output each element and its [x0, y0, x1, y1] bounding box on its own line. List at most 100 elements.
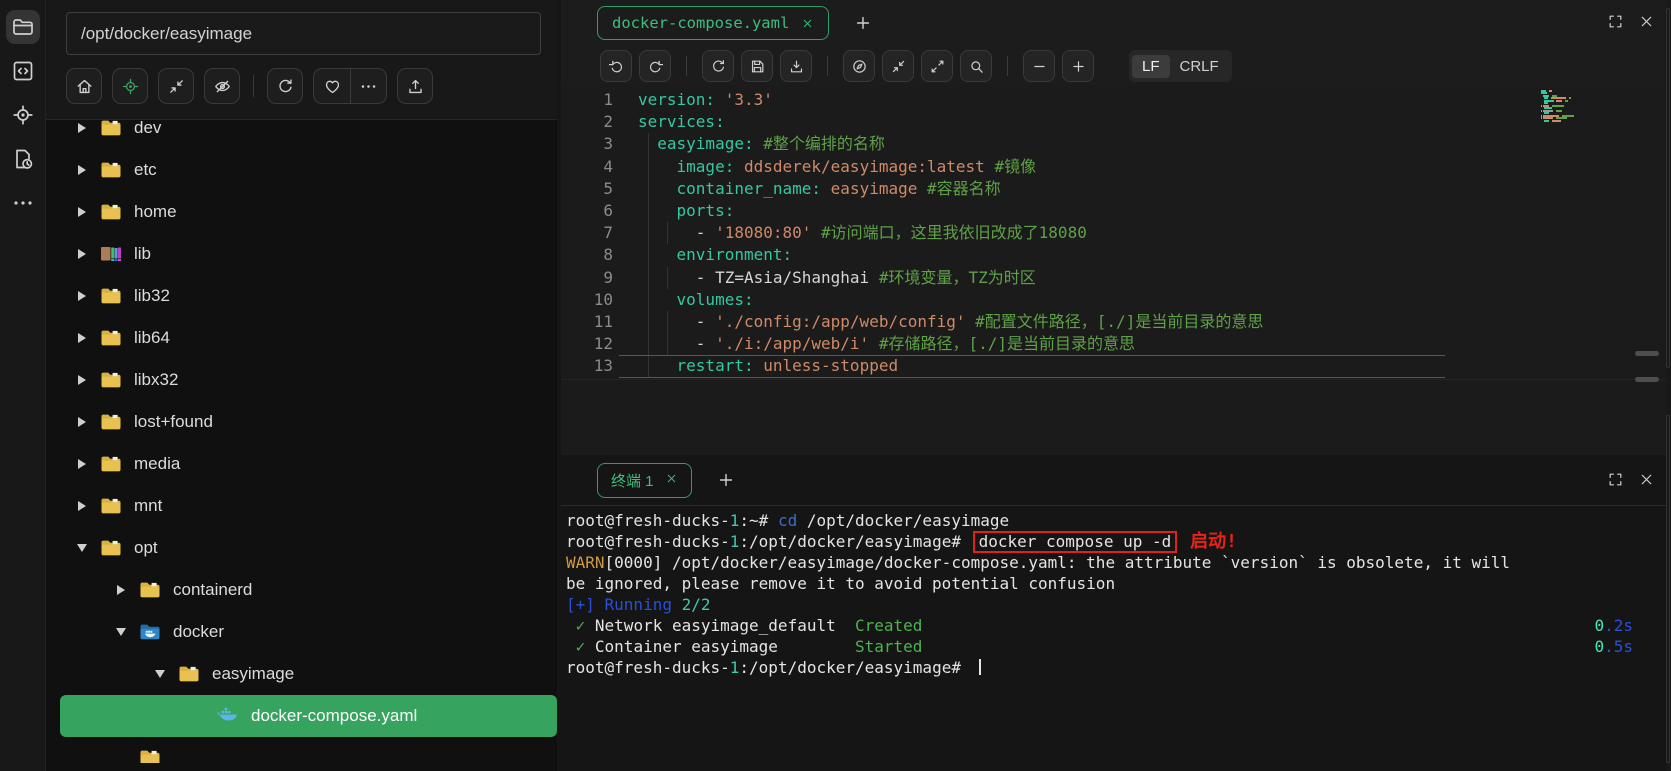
tab-terminal-1[interactable]: 终端 1 [597, 463, 692, 498]
folder-icon [99, 326, 123, 350]
tree-item-dev[interactable]: dev [46, 120, 557, 149]
chevron-right-icon[interactable] [72, 375, 92, 385]
new-terminal-button[interactable] [716, 470, 736, 490]
tree-item-label: docker [173, 622, 224, 642]
upload-button[interactable] [397, 68, 433, 104]
editor-window-controls [1607, 13, 1655, 30]
toggle-hidden-button[interactable] [204, 68, 240, 104]
tree-item-opt[interactable]: opt [46, 527, 557, 569]
tree-item-lib32[interactable]: lib32 [46, 275, 557, 317]
chevron-down-icon[interactable] [150, 670, 170, 678]
tree-item-etc[interactable]: etc [46, 149, 557, 191]
tree-item-label: lib32 [134, 286, 170, 306]
tree-item-containerd[interactable]: containerd [46, 569, 557, 611]
rail-item-more[interactable] [6, 186, 40, 220]
page-scrollbar[interactable] [1666, 0, 1671, 771]
terminal-output[interactable]: root@fresh-ducks-1:~# cd /opt/docker/eas… [561, 506, 1671, 678]
terminal-line: WARN[0000] /opt/docker/easyimage/docker-… [566, 552, 1671, 573]
folder-icon [99, 284, 123, 308]
close-tab-icon[interactable] [801, 17, 814, 30]
tree-item-docker[interactable]: docker [46, 611, 557, 653]
save-button[interactable] [741, 50, 773, 82]
locate-button[interactable] [112, 68, 148, 104]
editor-scrollbar-thumb[interactable] [1635, 351, 1659, 356]
chevron-right-icon[interactable] [72, 333, 92, 343]
tree-item-home[interactable]: home [46, 191, 557, 233]
tree-item-lib64[interactable]: lib64 [46, 317, 557, 359]
tree-item-easyimage[interactable]: easyimage [46, 653, 557, 695]
search-button[interactable] [960, 50, 992, 82]
refresh-button[interactable] [267, 68, 303, 104]
tree-item-libx32[interactable]: libx32 [46, 359, 557, 401]
close-editor-icon[interactable] [1638, 13, 1655, 30]
tree-item-label: lib [134, 244, 151, 264]
unfold-all-button[interactable] [921, 50, 953, 82]
rail-item-files[interactable] [6, 10, 40, 44]
collapse-tree-button[interactable] [158, 68, 194, 104]
chevron-down-icon[interactable] [72, 544, 92, 552]
download-button[interactable] [780, 50, 812, 82]
folder-icon [99, 368, 123, 392]
chevron-right-icon[interactable] [72, 165, 92, 175]
reload-file-button[interactable] [702, 50, 734, 82]
rail-item-locate[interactable] [6, 98, 40, 132]
file-explorer-panel: devetchomeliblib32lib64libx32lost+foundm… [46, 0, 557, 771]
editor-tab-bar: docker-compose.yaml [561, 0, 1671, 46]
shrink-icon [167, 77, 186, 96]
redo-button[interactable] [639, 50, 671, 82]
fold-all-button[interactable] [882, 50, 914, 82]
new-tab-button[interactable] [853, 13, 873, 33]
close-terminal-icon[interactable] [1638, 471, 1655, 488]
chevron-right-icon[interactable] [72, 417, 92, 427]
terminal-window-controls [1607, 471, 1655, 488]
rail-item-recent-files[interactable] [6, 142, 40, 176]
chevron-right-icon[interactable] [111, 585, 131, 595]
folder-icon [99, 120, 123, 140]
folder-icon [99, 410, 123, 434]
tree-item-lost+found[interactable]: lost+found [46, 401, 557, 443]
close-terminal-tab-icon[interactable] [665, 472, 678, 489]
undo-button[interactable] [600, 50, 632, 82]
tab-docker-compose[interactable]: docker-compose.yaml [597, 6, 829, 40]
tree-item-label: mnt [134, 496, 162, 516]
tree-item-media[interactable]: media [46, 443, 557, 485]
terminal-cursor [979, 659, 981, 675]
minimap[interactable] [1541, 90, 1617, 122]
file-tree[interactable]: devetchomeliblib32lib64libx32lost+foundm… [46, 120, 557, 763]
zoom-in-button[interactable] [1062, 50, 1094, 82]
tree-item-label: containerd [173, 580, 252, 600]
eol-option-crlf[interactable]: CRLF [1170, 55, 1229, 78]
chevron-right-icon[interactable] [72, 207, 92, 217]
chevron-right-icon[interactable] [72, 291, 92, 301]
eol-option-lf[interactable]: LF [1132, 55, 1170, 78]
more-actions-button[interactable] [350, 69, 386, 103]
editor-hscrollbar-thumb[interactable] [1635, 377, 1659, 382]
code-editor[interactable]: 1version: '3.3'2services:3 easyimage: #整… [561, 86, 1671, 455]
expand-diag-icon [929, 58, 946, 75]
plus-icon [1070, 58, 1087, 75]
favorites-button[interactable] [314, 69, 350, 103]
chevron-down-icon[interactable] [111, 628, 131, 636]
chevron-right-icon[interactable] [72, 123, 92, 133]
maximize-terminal-icon[interactable] [1607, 471, 1624, 488]
chevron-right-icon[interactable] [72, 501, 92, 511]
folder-icon [177, 662, 201, 686]
format-button[interactable] [843, 50, 875, 82]
path-input[interactable] [66, 12, 541, 55]
save-icon [749, 58, 766, 75]
tree-item-lib[interactable]: lib [46, 233, 557, 275]
maximize-editor-icon[interactable] [1607, 13, 1624, 30]
folder-icon [11, 15, 35, 39]
editor-horizontal-scrollbar[interactable] [561, 379, 1671, 380]
zoom-out-button[interactable] [1023, 50, 1055, 82]
home-button[interactable] [66, 68, 102, 104]
tree-item-docker-compose.yaml[interactable]: docker-compose.yaml [60, 695, 557, 737]
rail-item-code-editor[interactable] [6, 54, 40, 88]
chevron-right-icon[interactable] [72, 249, 92, 259]
code-line: 11 - './config:/app/web/config' #配置文件路径，… [561, 311, 1671, 333]
tree-item[interactable] [46, 737, 557, 763]
code-line: 2services: [561, 111, 1671, 133]
app-window: devetchomeliblib32lib64libx32lost+foundm… [0, 0, 1671, 771]
chevron-right-icon[interactable] [72, 459, 92, 469]
tree-item-mnt[interactable]: mnt [46, 485, 557, 527]
